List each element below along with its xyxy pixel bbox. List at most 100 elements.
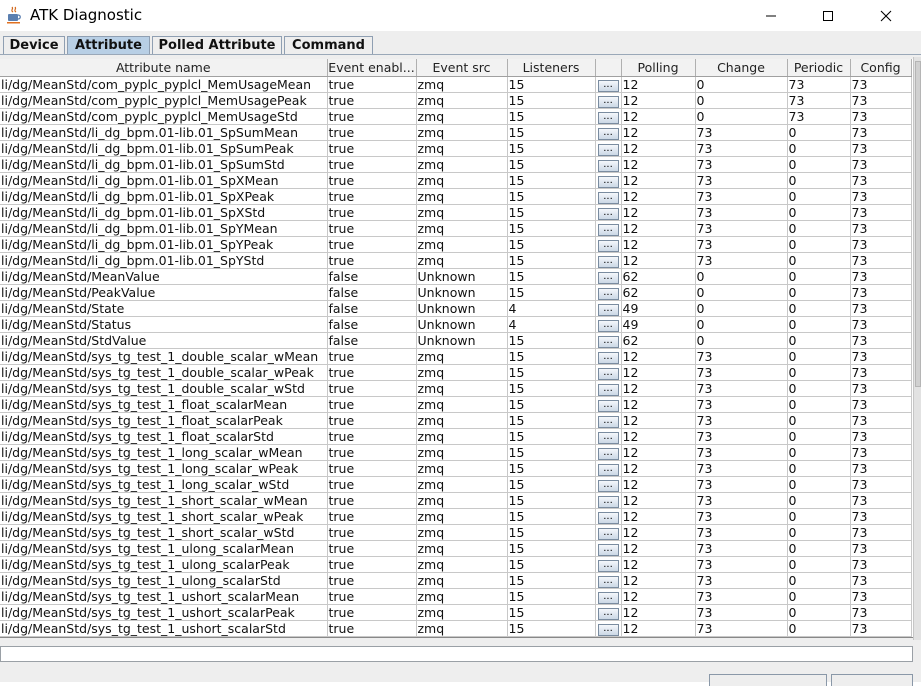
details-button[interactable]: ... bbox=[597, 239, 619, 252]
close-button[interactable] bbox=[863, 0, 909, 31]
details-button[interactable]: ... bbox=[597, 223, 619, 236]
details-button[interactable]: ... bbox=[597, 271, 619, 284]
attribute-table[interactable]: Attribute name Event enabl... Event src … bbox=[0, 59, 914, 638]
table-row[interactable]: li/dg/MeanStd/PeakValue false Unknown 15...… bbox=[0, 284, 912, 301]
vertical-scrollbar[interactable] bbox=[913, 57, 921, 640]
details-button[interactable]: ... bbox=[597, 559, 619, 572]
column-header-listeners[interactable]: Listeners bbox=[507, 59, 596, 77]
cell-polling: 62 bbox=[621, 284, 696, 301]
table-row[interactable]: li/dg/MeanStd/com_pyplc_pyplcl_MemUsageP… bbox=[0, 92, 912, 109]
table-row[interactable]: li/dg/MeanStd/sys_tg_test_1_ushort_scala… bbox=[0, 620, 912, 637]
table-row[interactable]: li/dg/MeanStd/Status false Unknown 4... 49 0 0… bbox=[0, 316, 912, 333]
tab-attribute[interactable]: Attribute bbox=[67, 36, 150, 54]
horizontal-scrollbar[interactable] bbox=[0, 646, 913, 662]
table-row[interactable]: li/dg/MeanStd/li_dg_bpm.01-lib.01_SpXPea… bbox=[0, 188, 912, 205]
details-button[interactable]: ... bbox=[597, 79, 619, 92]
details-button[interactable]: ... bbox=[597, 335, 619, 348]
column-header-change[interactable]: Change bbox=[695, 59, 788, 77]
table-row[interactable]: li/dg/MeanStd/sys_tg_test_1_double_scala… bbox=[0, 348, 912, 365]
table-row[interactable]: li/dg/MeanStd/li_dg_bpm.01-lib.01_SpXMea… bbox=[0, 172, 912, 189]
table-row[interactable]: li/dg/MeanStd/State false Unknown 4... 49 0 0 7… bbox=[0, 300, 912, 317]
cell-change: 73 bbox=[695, 124, 788, 141]
table-row[interactable]: li/dg/MeanStd/li_dg_bpm.01-lib.01_SpYMea… bbox=[0, 220, 912, 237]
table-row[interactable]: li/dg/MeanStd/sys_tg_test_1_long_scalar_… bbox=[0, 476, 912, 493]
details-button[interactable]: ... bbox=[597, 159, 619, 172]
details-button[interactable]: ... bbox=[597, 319, 619, 332]
table-row[interactable]: li/dg/MeanStd/sys_tg_test_1_float_scalar… bbox=[0, 428, 912, 445]
details-button[interactable]: ... bbox=[597, 127, 619, 140]
cell-listeners: 15 bbox=[507, 524, 596, 541]
details-button[interactable]: ... bbox=[597, 543, 619, 556]
table-row[interactable]: li/dg/MeanStd/sys_tg_test_1_ulong_scalar… bbox=[0, 556, 912, 573]
table-row[interactable]: li/dg/MeanStd/li_dg_bpm.01-lib.01_SpSumM… bbox=[0, 124, 912, 141]
column-header-event-src[interactable]: Event src bbox=[416, 59, 508, 77]
table-row[interactable]: li/dg/MeanStd/sys_tg_test_1_float_scalar… bbox=[0, 412, 912, 429]
tab-polled-attribute[interactable]: Polled Attribute bbox=[152, 36, 282, 54]
details-button[interactable]: ... bbox=[597, 527, 619, 540]
details-button[interactable]: ... bbox=[597, 383, 619, 396]
table-row[interactable]: li/dg/MeanStd/sys_tg_test_1_long_scalar_… bbox=[0, 460, 912, 477]
minimize-button[interactable] bbox=[748, 0, 794, 31]
cell-event-src: zmq bbox=[416, 572, 508, 589]
maximize-button[interactable] bbox=[805, 0, 851, 31]
column-header-polling[interactable]: Polling bbox=[621, 59, 696, 77]
details-button[interactable]: ... bbox=[597, 431, 619, 444]
cell-config: 73 bbox=[850, 604, 912, 621]
column-header-event-enabled[interactable]: Event enabl... bbox=[327, 59, 417, 77]
details-button[interactable]: ... bbox=[597, 511, 619, 524]
table-row[interactable]: li/dg/MeanStd/sys_tg_test_1_long_scalar_… bbox=[0, 444, 912, 461]
table-row[interactable]: li/dg/MeanStd/li_dg_bpm.01-lib.01_SpSumP… bbox=[0, 140, 912, 157]
details-button[interactable]: ... bbox=[597, 623, 619, 636]
table-row[interactable]: li/dg/MeanStd/sys_tg_test_1_ushort_scala… bbox=[0, 588, 912, 605]
column-header-attribute-name[interactable]: Attribute name bbox=[0, 59, 328, 77]
details-button[interactable]: ... bbox=[597, 191, 619, 204]
details-button[interactable]: ... bbox=[597, 143, 619, 156]
table-row[interactable]: li/dg/MeanStd/com_pyplc_pyplcl_MemUsageM… bbox=[0, 76, 912, 93]
table-row[interactable]: li/dg/MeanStd/sys_tg_test_1_ushort_scala… bbox=[0, 604, 912, 621]
column-header-periodic[interactable]: Periodic bbox=[787, 59, 851, 77]
table-row[interactable]: li/dg/MeanStd/sys_tg_test_1_short_scalar… bbox=[0, 492, 912, 509]
tab-command[interactable]: Command bbox=[284, 36, 373, 54]
details-button[interactable]: ... bbox=[597, 591, 619, 604]
details-button[interactable]: ... bbox=[597, 479, 619, 492]
table-row[interactable]: li/dg/MeanStd/li_dg_bpm.01-lib.01_SpXStd… bbox=[0, 204, 912, 221]
table-row[interactable]: li/dg/MeanStd/sys_tg_test_1_double_scala… bbox=[0, 364, 912, 381]
cell-event-enabled: true bbox=[327, 508, 417, 525]
details-button[interactable]: ... bbox=[597, 351, 619, 364]
details-button[interactable]: ... bbox=[597, 463, 619, 476]
details-button[interactable]: ... bbox=[597, 255, 619, 268]
column-header-config[interactable]: Config bbox=[850, 59, 912, 77]
cell-event-enabled: true bbox=[327, 396, 417, 413]
details-button[interactable]: ... bbox=[597, 111, 619, 124]
column-header-action[interactable] bbox=[595, 59, 622, 77]
table-row[interactable]: li/dg/MeanStd/MeanValue false Unknown 15...… bbox=[0, 268, 912, 285]
table-row[interactable]: li/dg/MeanStd/sys_tg_test_1_ulong_scalar… bbox=[0, 572, 912, 589]
table-row[interactable]: li/dg/MeanStd/li_dg_bpm.01-lib.01_SpYStd… bbox=[0, 252, 912, 269]
table-row[interactable]: li/dg/MeanStd/sys_tg_test_1_short_scalar… bbox=[0, 508, 912, 525]
table-row[interactable]: li/dg/MeanStd/sys_tg_test_1_short_scalar… bbox=[0, 524, 912, 541]
scrollbar-thumb[interactable] bbox=[915, 61, 921, 387]
details-button[interactable]: ... bbox=[597, 495, 619, 508]
details-button[interactable]: ... bbox=[597, 575, 619, 588]
table-row[interactable]: li/dg/MeanStd/li_dg_bpm.01-lib.01_SpYPea… bbox=[0, 236, 912, 253]
cell-change: 73 bbox=[695, 412, 788, 429]
table-row[interactable]: li/dg/MeanStd/sys_tg_test_1_double_scala… bbox=[0, 380, 912, 397]
details-button[interactable]: ... bbox=[597, 95, 619, 108]
details-button[interactable]: ... bbox=[597, 175, 619, 188]
details-button[interactable]: ... bbox=[597, 287, 619, 300]
bottom-button-right[interactable] bbox=[831, 674, 913, 686]
table-row[interactable]: li/dg/MeanStd/com_pyplc_pyplcl_MemUsageS… bbox=[0, 108, 912, 125]
tab-device[interactable]: Device bbox=[3, 36, 65, 54]
table-row[interactable]: li/dg/MeanStd/sys_tg_test_1_float_scalar… bbox=[0, 396, 912, 413]
bottom-button-left[interactable] bbox=[709, 674, 827, 686]
details-button[interactable]: ... bbox=[597, 367, 619, 380]
details-button[interactable]: ... bbox=[597, 303, 619, 316]
table-row[interactable]: li/dg/MeanStd/sys_tg_test_1_ulong_scalar… bbox=[0, 540, 912, 557]
details-button[interactable]: ... bbox=[597, 607, 619, 620]
table-row[interactable]: li/dg/MeanStd/li_dg_bpm.01-lib.01_SpSumS… bbox=[0, 156, 912, 173]
details-button[interactable]: ... bbox=[597, 415, 619, 428]
details-button[interactable]: ... bbox=[597, 399, 619, 412]
details-button[interactable]: ... bbox=[597, 207, 619, 220]
table-row[interactable]: li/dg/MeanStd/StdValue false Unknown 15... 6… bbox=[0, 332, 912, 349]
details-button[interactable]: ... bbox=[597, 447, 619, 460]
